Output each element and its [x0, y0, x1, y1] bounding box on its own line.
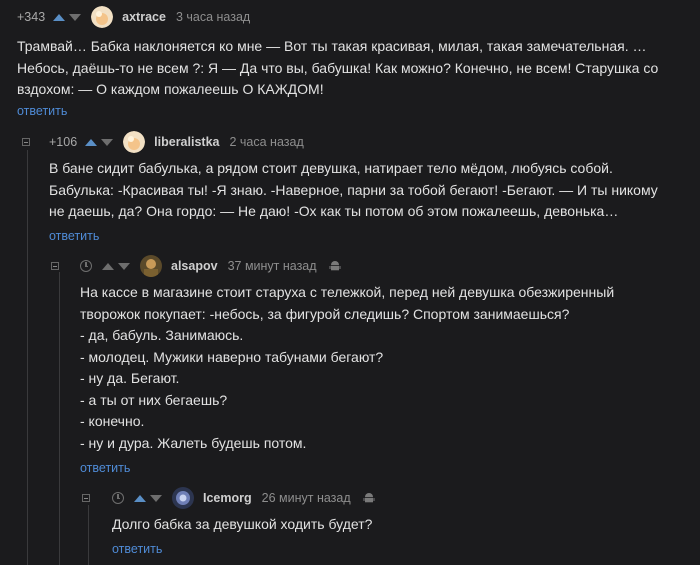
- comment-header: Icemorg 26 минут назад: [112, 487, 375, 509]
- upvote-icon[interactable]: [134, 494, 146, 502]
- upvote-icon[interactable]: [102, 262, 114, 270]
- comment-body: Долго бабка за девушкой ходить будет?: [112, 514, 372, 536]
- comment-line: Небось, даёшь-то не всем ?: Я — Да что в…: [17, 59, 659, 76]
- username[interactable]: alsapov: [171, 259, 218, 273]
- downvote-icon[interactable]: [101, 138, 114, 146]
- timestamp[interactable]: 26 минут назад: [262, 491, 351, 505]
- avatar[interactable]: [91, 6, 114, 28]
- rating: +343: [17, 10, 46, 24]
- comment-body: Трамвай… Бабка наклоняется ко мне — Вот …: [17, 36, 658, 101]
- reply-button[interactable]: ответить: [112, 542, 162, 556]
- username[interactable]: Icemorg: [203, 491, 252, 505]
- comment-header: +106 liberalistka 2 часа назад: [49, 131, 304, 153]
- comment-line: - ну и дура. Жалеть будешь потом.: [80, 434, 307, 451]
- avatar[interactable]: [140, 255, 162, 277]
- comment-line: - да, бабуль. Занимаюсь.: [80, 327, 244, 343]
- comment-line: Долго бабка за девушкой ходить будет?: [112, 516, 373, 532]
- android-icon: [363, 493, 375, 503]
- timestamp[interactable]: 37 минут назад: [228, 259, 317, 273]
- username[interactable]: liberalistka: [154, 135, 219, 149]
- rating: +106: [49, 135, 78, 149]
- comment-body: На кассе в магазине стоит старуха с теле…: [80, 282, 614, 454]
- comment-line: - конечно.: [80, 413, 145, 429]
- downvote-icon[interactable]: [118, 262, 130, 270]
- thread-line: [27, 150, 28, 565]
- timestamp[interactable]: 2 часа назад: [229, 135, 303, 149]
- upvote-icon[interactable]: [85, 138, 98, 146]
- thread-line: [59, 272, 60, 565]
- clock-icon: [112, 492, 124, 504]
- username[interactable]: axtrace: [122, 10, 166, 24]
- comment-line: - молодец. Мужики наверно табунами бегаю…: [80, 348, 384, 365]
- comment-line: - а ты от них бегаешь?: [80, 391, 228, 408]
- downvote-icon[interactable]: [150, 494, 162, 502]
- comment-header: alsapov 37 минут назад: [80, 255, 341, 277]
- comment-line: творожок покупает: -небось, за фигурой с…: [80, 305, 570, 322]
- comment-line: На кассе в магазине стоит старуха с теле…: [80, 284, 615, 300]
- comment-line: не даешь, да? Она гордо: — Не даю! -Ох к…: [49, 203, 619, 219]
- collapse-button[interactable]: [22, 138, 30, 146]
- clock-icon: [80, 260, 92, 272]
- reply-button[interactable]: ответить: [80, 461, 130, 475]
- comment-line: Трамвай… Бабка наклоняется ко мне — Вот …: [17, 38, 647, 54]
- reply-button[interactable]: ответить: [49, 229, 99, 243]
- timestamp[interactable]: 3 часа назад: [176, 10, 250, 24]
- comment-header: +343 axtrace 3 часа назад: [17, 6, 250, 28]
- collapse-button[interactable]: [51, 262, 59, 270]
- comment-line: - ну да. Бегают.: [80, 370, 180, 386]
- comment-line: Бабулька: -Красивая ты! -Я знаю. -Наверн…: [49, 181, 658, 198]
- reply-button[interactable]: ответить: [17, 104, 67, 118]
- avatar[interactable]: [172, 487, 194, 509]
- downvote-icon[interactable]: [69, 13, 82, 21]
- upvote-icon[interactable]: [53, 13, 66, 21]
- thread-line: [88, 505, 89, 565]
- comment-line: вздохом: — О каждом пожалеешь О КАЖДОМ!: [17, 81, 324, 97]
- comment-line: В бане сидит бабулька, а рядом стоит дев…: [49, 160, 613, 176]
- collapse-button[interactable]: [82, 494, 90, 502]
- avatar[interactable]: [123, 131, 146, 153]
- comment-body: В бане сидит бабулька, а рядом стоит дев…: [49, 158, 658, 223]
- android-icon: [329, 261, 341, 271]
